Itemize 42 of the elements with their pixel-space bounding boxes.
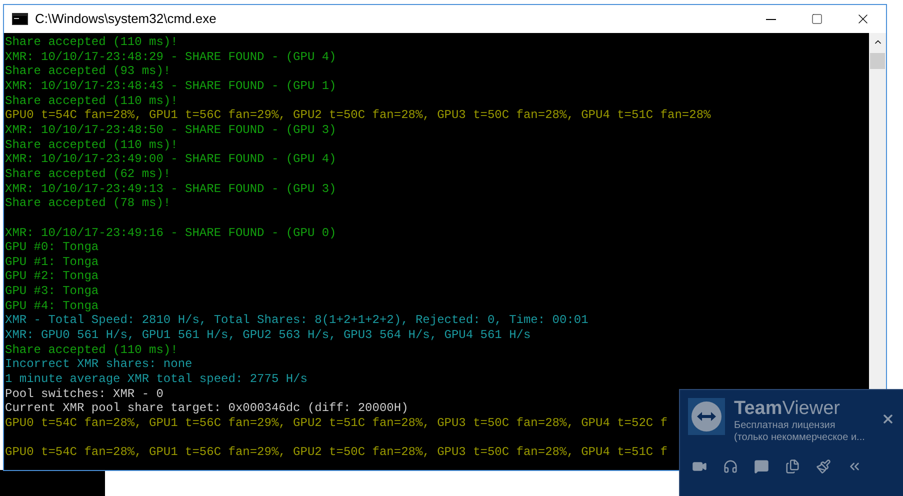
window-title: C:\Windows\system32\cmd.exe [35, 10, 216, 28]
console-line: Incorrect XMR shares: none [5, 357, 192, 372]
headset-icon[interactable] [723, 459, 738, 474]
license-text: (только некоммерческое и... [734, 432, 865, 444]
console-line: XMR: 10/10/17-23:48:29 - SHARE FOUND - (GPU 4) [5, 50, 336, 64]
console-line: Pool switches: XMR - 0 [5, 386, 164, 402]
console-line: Share accepted (110 ms)! [5, 138, 178, 152]
console-line: GPU0 t=54C fan=28%, GPU1 t=56C fan=29%, GPU2 t=51C fan=28%, GPU3 t=50C fan=28%, GPU4 t=52C f [5, 416, 668, 431]
teamviewer-title: TeamViewer [734, 398, 841, 420]
console-line: GPU0 t=54C fan=28%, GPU1 t=56C fan=29%, GPU2 t=50C fan=28%, GPU3 t=50C fan=28%, GPU4 t=51C f [5, 445, 668, 460]
console-line: Share accepted (78 ms)! [5, 196, 171, 211]
console-line: Share accepted (110 ms)! [5, 94, 178, 108]
console-line: XMR: 10/10/17-23:49:00 - SHARE FOUND - (GPU 4) [5, 152, 336, 167]
console-line: GPU #4: Tonga [5, 298, 99, 314]
console-line: GPU #3: Tonga [5, 284, 99, 299]
video-icon[interactable] [692, 459, 707, 474]
minimize-icon [766, 18, 776, 20]
license-text: Бесплатная лицензия [734, 420, 836, 432]
console-line: GPU #0: Tonga [5, 240, 99, 255]
chat-icon[interactable] [754, 459, 769, 474]
console-line: Share accepted (110 ms)! [5, 35, 178, 50]
console-line: Share accepted (110 ms)! [5, 342, 178, 358]
brush-icon[interactable] [816, 459, 831, 474]
console-line: 1 minute average XMR total speed: 2775 H/s [5, 372, 308, 387]
maximize-icon [811, 13, 823, 25]
console-line: Share accepted (62 ms)! [5, 166, 171, 182]
console-line: GPU #1: Tonga [5, 254, 99, 270]
console-line: XMR: GPU0 561 H/s, GPU1 561 H/s, GPU2 563 H/s, GPU3 564 H/s, GPU4 561 H/s [5, 328, 531, 343]
teamviewer-logo-icon [688, 398, 725, 435]
console-line: XMR: 10/10/17-23:48:43 - SHARE FOUND - (GPU 1) [5, 78, 336, 94]
console-line: XMR: 10/10/17-23:49:13 - SHARE FOUND - (GPU 3) [5, 182, 336, 196]
console-line: XMR: 10/10/17-23:49:16 - SHARE FOUND - (GPU 0) [5, 226, 336, 240]
console-line: GPU0 t=54C fan=28%, GPU1 t=56C fan=29%, GPU2 t=50C fan=28%, GPU3 t=50C fan=28%, GPU4 t=51C fan=28% [5, 108, 711, 123]
console-icon [12, 13, 28, 25]
console-line: Current XMR pool share target: 0x000346dc (diff: 20000H) [5, 401, 408, 416]
scroll-thumb[interactable] [870, 53, 885, 69]
console-line: XMR: 10/10/17-23:48:50 - SHARE FOUND - (GPU 3) [5, 122, 336, 138]
close-icon[interactable] [881, 412, 895, 426]
files-icon[interactable] [785, 459, 800, 474]
console-line: Share accepted (93 ms)! [5, 64, 171, 79]
console-line: XMR - Total Speed: 2810 H/s, Total Shares: 8(1+2+1+2+2), Rejected: 0, Time: 00:01 [5, 313, 588, 328]
console-line: GPU #2: Tonga [5, 269, 99, 284]
